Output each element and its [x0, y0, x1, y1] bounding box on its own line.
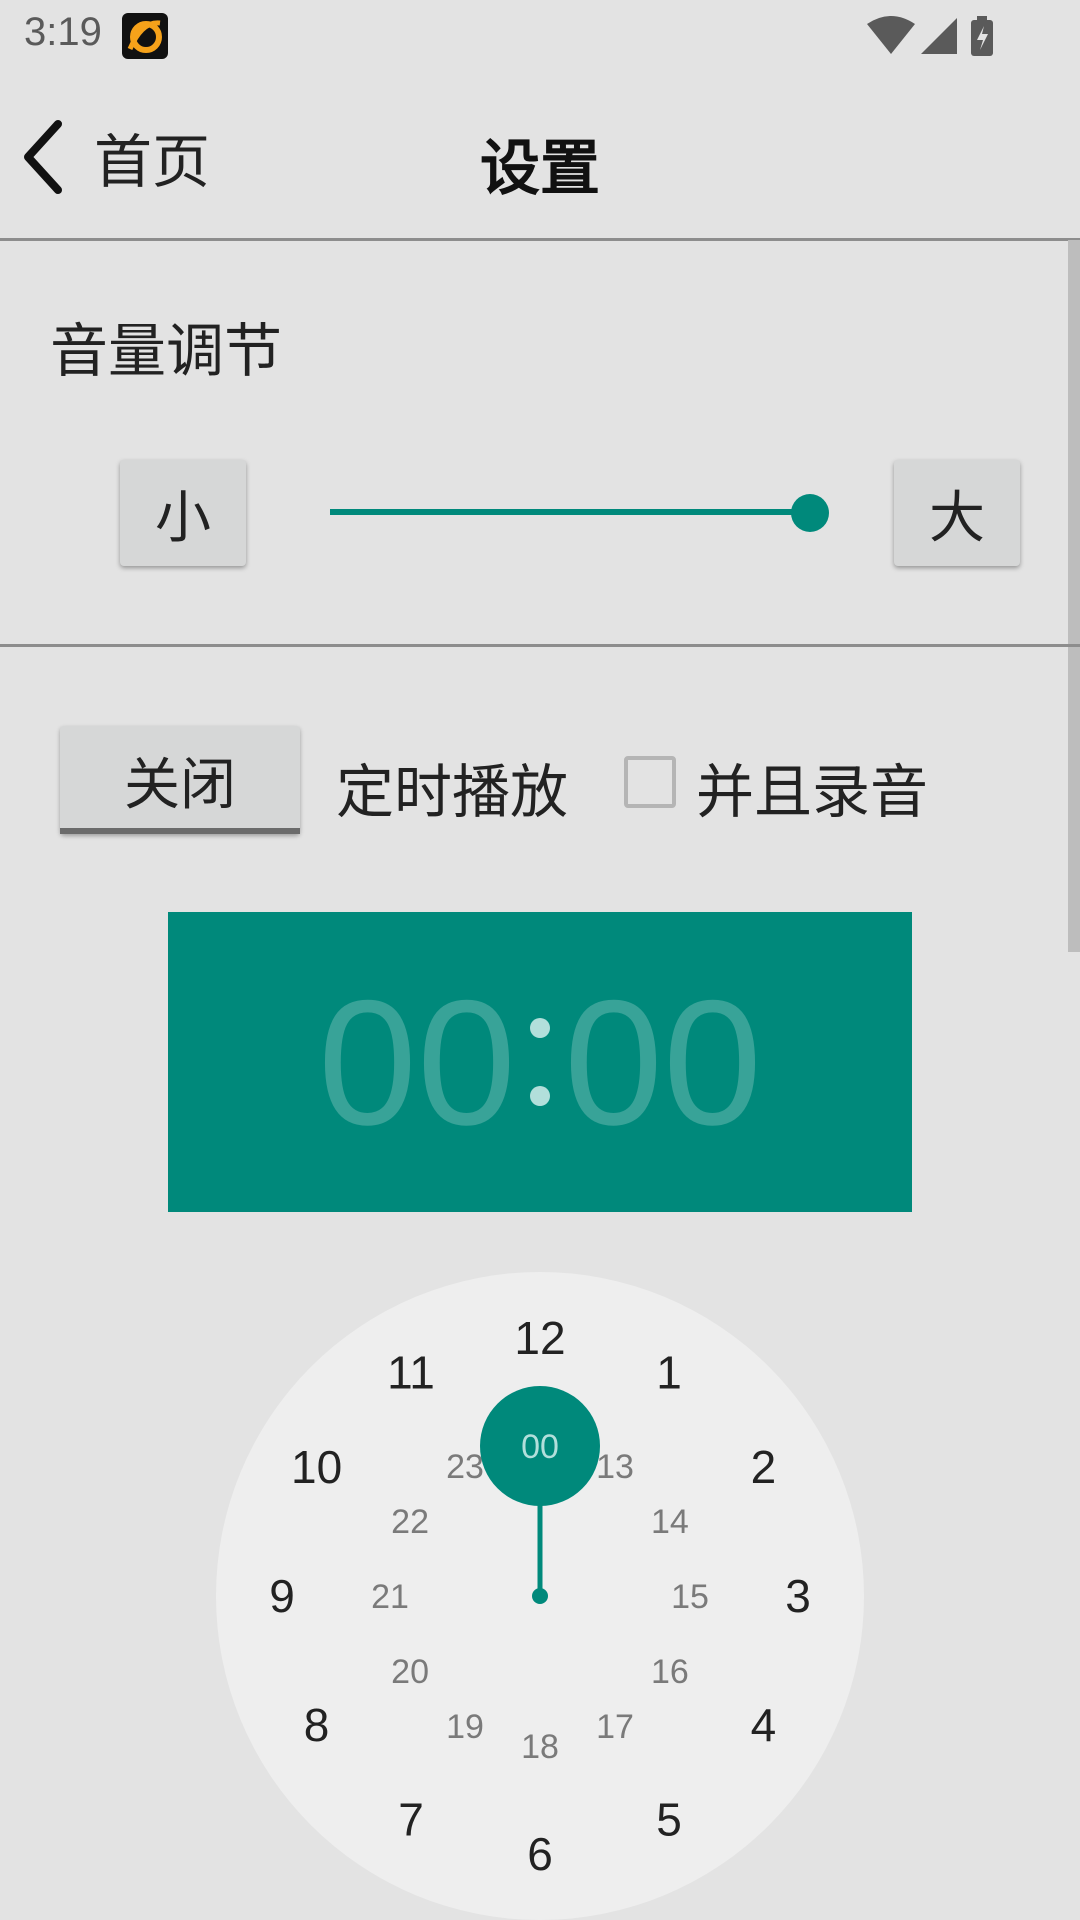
record-label[interactable]: 并且录音 [696, 745, 928, 829]
clock-hour-9[interactable]: 9 [269, 1570, 295, 1622]
clock-hour-8[interactable]: 8 [304, 1699, 330, 1751]
clock-hour-17[interactable]: 17 [596, 1708, 634, 1746]
toggle-indicator [60, 828, 300, 834]
signal-icon [921, 18, 957, 54]
clock-hour-7[interactable]: 7 [398, 1793, 424, 1845]
battery-icon [971, 16, 993, 56]
clock-hour-3[interactable]: 3 [785, 1570, 811, 1622]
clock-hour-2[interactable]: 2 [751, 1441, 777, 1493]
clock-hour-19[interactable]: 19 [446, 1708, 484, 1746]
time-separator [530, 1018, 550, 1106]
clock-hour-16[interactable]: 16 [651, 1653, 689, 1691]
top-app-bar: 首页 设置 [0, 72, 1080, 241]
page-title: 设置 [480, 134, 600, 204]
time-picker-header: 00 00 [168, 912, 912, 1212]
minute-display[interactable]: 00 [564, 960, 762, 1165]
volume-section: 音量调节 小 大 [0, 240, 1080, 647]
clock-hour-4[interactable]: 4 [751, 1699, 777, 1751]
timed-play-label: 定时播放 [336, 758, 569, 826]
clock-hour-18[interactable]: 18 [521, 1728, 559, 1766]
clock-hour-15[interactable]: 15 [671, 1578, 709, 1616]
clock-hour-22[interactable]: 22 [391, 1503, 429, 1541]
record-checkbox[interactable] [624, 756, 676, 808]
volume-increase-button[interactable]: 大 [894, 460, 1020, 566]
clock-hour-13[interactable]: 13 [596, 1448, 634, 1486]
schedule-toggle-button[interactable]: 关闭 [60, 726, 300, 834]
app-notification-icon [122, 13, 168, 59]
clock-hour-12[interactable]: 12 [514, 1312, 565, 1364]
status-time: 3:19 [24, 10, 102, 54]
clock-hour-10[interactable]: 10 [291, 1441, 342, 1493]
clock-hour-5[interactable]: 5 [656, 1793, 682, 1845]
clock-hour-23[interactable]: 23 [446, 1448, 484, 1486]
schedule-toggle-label: 关闭 [124, 752, 236, 818]
clock-hour-1[interactable]: 1 [656, 1347, 682, 1399]
clock-hour-6[interactable]: 6 [527, 1828, 553, 1880]
clock-hour-11[interactable]: 11 [387, 1347, 435, 1399]
clock-center [532, 1588, 548, 1604]
volume-slider-track[interactable] [330, 509, 810, 515]
clock-hour-21[interactable]: 21 [371, 1578, 409, 1616]
status-icons [865, 14, 1000, 60]
clock-hour-20[interactable]: 20 [391, 1653, 429, 1691]
clock-dial[interactable]: 1212345678910111314151617181920212223 00 [216, 1272, 864, 1920]
status-bar: 3:19 [0, 0, 1080, 72]
hour-display[interactable]: 00 [318, 960, 516, 1165]
volume-slider-thumb[interactable] [791, 494, 829, 532]
volume-decrease-button[interactable]: 小 [120, 460, 246, 566]
wifi-icon [867, 16, 915, 54]
volume-title: 音量调节 [50, 317, 283, 385]
selected-hour-label: 00 [521, 1428, 559, 1466]
clock-hour-14[interactable]: 14 [651, 1503, 689, 1541]
